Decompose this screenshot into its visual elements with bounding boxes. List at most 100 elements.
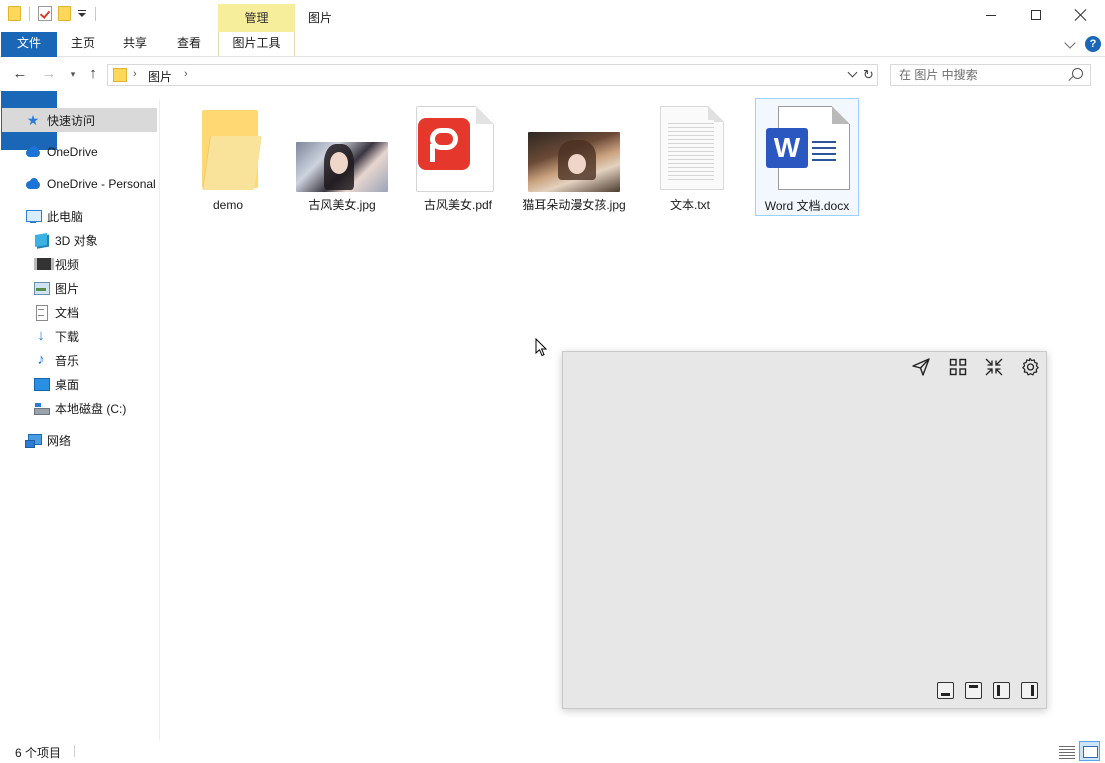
window-title: 图片 [308,11,333,25]
tab-share[interactable]: 共享 [111,32,159,56]
sidebar-item-label: 图片 [55,281,80,296]
tab-picture-tools[interactable]: 图片工具 [218,32,295,56]
sidebar-item-this-pc[interactable]: 此电脑 [0,204,158,228]
sidebar-item-pictures[interactable]: 图片 [0,276,158,300]
text-lines-icon [668,120,714,180]
sidebar-item-label: 快速访问 [47,113,96,128]
pictures-icon [33,280,50,296]
dock-right-icon[interactable] [1021,682,1038,699]
sidebar-item-label: 下载 [55,329,80,344]
music-icon: ♪ [37,351,45,368]
onedrive-cloud-icon [25,144,41,160]
back-arrow-icon[interactable]: ← [11,65,29,83]
desktop-icon [33,376,50,392]
sidebar-item-label: 视频 [55,257,80,272]
grid-icon[interactable] [948,357,968,377]
sidebar-item-network[interactable]: 网络 [0,428,158,452]
gear-icon[interactable] [1020,357,1040,377]
folder-icon [113,68,127,82]
local-disk-icon [33,400,50,416]
navigation-bar: ← → ▾ ↑ › 图片 › ↻ [0,57,1105,91]
floating-panel[interactable] [562,351,1047,709]
sidebar-item-label: 文档 [55,305,80,320]
refresh-icon[interactable]: ↻ [863,67,874,83]
toolbar-divider [95,6,96,21]
recent-locations-chevron-icon[interactable]: ▾ [64,65,82,83]
sidebar-item-label: 3D 对象 [55,233,98,248]
sidebar-item-documents[interactable]: 文档 [0,300,158,324]
sidebar-item-music[interactable]: ♪ 音乐 [0,348,158,372]
folder-icon[interactable] [8,6,21,21]
search-input[interactable] [899,67,1069,83]
search-icon[interactable] [1072,68,1083,79]
file-item-folder[interactable]: demo [176,98,280,216]
address-bar[interactable]: › 图片 › ↻ [107,64,878,86]
details-view-icon[interactable] [1058,743,1076,760]
status-divider [74,745,75,757]
help-icon[interactable]: ? [1085,36,1101,52]
maximize-icon [1031,10,1041,20]
manage-context-tab[interactable]: 管理 [218,4,295,32]
dock-bottom-icon[interactable] [937,682,954,699]
sidebar-item-label: 网络 [47,433,72,448]
file-name: 古风美女.jpg [308,198,376,212]
sidebar-item-onedrive-personal[interactable]: OneDrive - Personal [0,172,158,196]
video-icon [33,256,54,272]
send-icon[interactable] [911,357,931,377]
search-box[interactable] [890,64,1091,86]
title-bar: 管理 图片 [0,0,1105,32]
customize-toolbar-icon[interactable] [77,9,87,19]
sidebar-item-desktop[interactable]: 桌面 [0,372,158,396]
minimize-button[interactable] [968,0,1014,30]
onedrive-cloud-icon [25,176,41,192]
mouse-cursor-icon [535,338,547,357]
breadcrumb-chevron-icon[interactable]: › [184,68,188,80]
status-bar: 6 个项目 [0,740,1105,763]
expand-ribbon-chevron-icon[interactable] [1064,37,1076,49]
computer-icon [25,208,42,224]
sidebar-item-3d-objects[interactable]: 3D 对象 [0,228,158,252]
sidebar-item-label: 此电脑 [47,209,84,224]
breadcrumb-chevron-icon[interactable]: › [133,68,137,80]
tab-view[interactable]: 查看 [166,32,212,56]
file-list: demo 古风美女.jpg 古风美女.pdf 猫耳朵动漫女孩.jpg 文本.tx… [170,98,870,248]
image-thumbnail [528,132,620,192]
word-lines-icon [812,138,836,162]
quick-access-toolbar [8,6,98,21]
file-name: Word 文档.docx [764,199,850,213]
documents-icon [33,304,49,321]
file-name: 猫耳朵动漫女孩.jpg [522,198,626,212]
folder-icon [202,110,262,190]
large-icons-view-icon[interactable] [1079,741,1100,761]
forward-arrow-icon[interactable]: → [40,65,58,83]
sidebar-item-onedrive[interactable]: OneDrive [0,140,158,164]
address-dropdown-chevron-icon[interactable] [847,67,858,78]
maximize-button[interactable] [1013,0,1059,30]
properties-icon[interactable] [38,6,52,21]
sidebar-item-downloads[interactable]: ↓ 下载 [0,324,158,348]
file-name: demo [212,198,244,212]
ribbon-tabs: 文件 主页 共享 查看 图片工具 ? [0,32,1105,150]
close-button[interactable] [1058,0,1104,30]
pdf-logo-icon [418,118,470,170]
minimize-icon [986,14,996,16]
breadcrumb-pictures[interactable]: 图片 [148,68,172,85]
item-count: 6 个项目 [15,746,62,760]
file-name: 文本.txt [669,198,710,212]
dock-top-icon[interactable] [965,682,982,699]
download-icon: ↓ [37,327,45,344]
file-name: 古风美女.pdf [423,198,493,212]
dock-left-icon[interactable] [993,682,1010,699]
sidebar-item-videos[interactable]: 视频 [0,252,158,276]
collapse-icon[interactable] [984,357,1004,377]
sidebar-item-label: 音乐 [55,353,80,368]
close-icon [1075,9,1087,21]
sidebar-item-quick-access[interactable]: ★ 快速访问 [2,108,157,132]
tab-home[interactable]: 主页 [60,32,106,56]
sidebar-item-label: OneDrive [47,145,98,159]
sidebar-item-local-disk[interactable]: 本地磁盘 (C:) [0,396,158,420]
new-folder-icon[interactable] [58,6,71,21]
3d-objects-icon [33,232,49,248]
star-icon: ★ [26,112,40,128]
up-arrow-icon[interactable]: ↑ [84,65,102,83]
